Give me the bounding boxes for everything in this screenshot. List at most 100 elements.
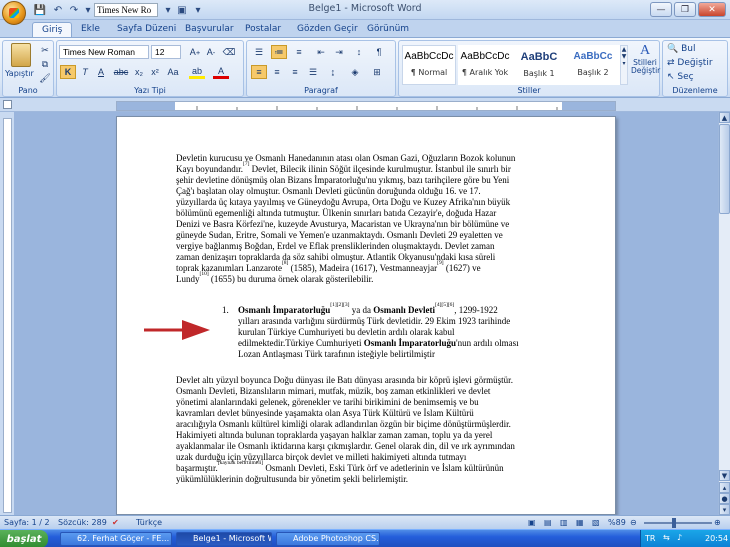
highlight-icon[interactable]: ab <box>189 65 205 79</box>
numbering-icon[interactable]: ≔ <box>271 45 287 59</box>
grow-font-icon[interactable]: A + <box>187 45 203 59</box>
style-normal[interactable]: AaBbCcDc ¶ Normal <box>402 45 456 85</box>
system-tray: TR ⇆ ♪ 20:54 <box>640 530 730 547</box>
para1-line8: güneyde Sudan, Eritre, Somali ve Yemen'e… <box>176 230 503 240</box>
window-title: Belge1 - Microsoft Word <box>308 3 422 14</box>
paste-icon[interactable] <box>11 43 31 67</box>
word-count[interactable]: Sözcük: 289 <box>58 518 107 527</box>
styles-group-label: Stiller <box>517 86 541 95</box>
style-no-spacing[interactable]: AaBbCcDc ¶ Aralık Yok <box>458 45 512 85</box>
subscript-icon[interactable]: x₂ <box>131 65 147 79</box>
justify-icon[interactable]: ☰ <box>305 65 321 79</box>
close-button[interactable]: ✕ <box>698 2 726 17</box>
scroll-down-icon[interactable]: ▼ <box>719 470 730 481</box>
font-name-box[interactable]: Times New Roman <box>59 45 149 59</box>
start-button[interactable]: başlat <box>0 530 48 547</box>
superscript-icon[interactable]: x² <box>147 65 163 79</box>
decrease-indent-icon[interactable]: ⇤ <box>313 45 329 59</box>
cut-icon[interactable]: ✂ <box>37 43 53 57</box>
view-outline-icon[interactable]: ▦ <box>576 518 584 527</box>
language-indicator[interactable]: TR <box>645 534 655 543</box>
style-preview: AaBbC <box>520 51 558 63</box>
line-spacing-icon[interactable]: ↨ <box>325 65 341 79</box>
bullets-icon[interactable]: ☰ <box>251 45 267 59</box>
strikethrough-icon[interactable]: abc <box>113 65 129 79</box>
change-styles-button[interactable]: A Stilleri Değiştir <box>631 43 660 75</box>
styles-scroll-icon[interactable]: ▲ ▼ ▾ <box>620 45 628 85</box>
change-case-icon[interactable]: Aa <box>165 65 181 79</box>
page-count[interactable]: Sayfa: 1 / 2 <box>4 518 50 527</box>
style-name: ¶ Aralık Yok <box>461 68 509 77</box>
borders-icon[interactable]: ⊞ <box>369 65 385 79</box>
tab-selector-icon[interactable] <box>3 100 12 109</box>
clear-formatting-icon[interactable]: ⌫ <box>221 45 237 59</box>
style-name: ¶ Normal <box>410 68 448 77</box>
tab-insert[interactable]: Ekle <box>72 22 109 38</box>
shrink-font-icon[interactable]: A- <box>203 45 219 59</box>
view-web-icon[interactable]: ▥ <box>560 518 568 527</box>
tab-mailings[interactable]: Postalar <box>236 22 290 38</box>
style-name: Başlık 2 <box>577 68 609 77</box>
horizontal-ruler[interactable] <box>116 101 616 111</box>
format-painter-icon[interactable]: 🖌 <box>37 71 53 85</box>
copy-icon[interactable]: ⧉ <box>37 57 53 71</box>
multilevel-list-icon[interactable]: ≡ <box>291 45 307 59</box>
tab-home[interactable]: Giriş <box>32 22 73 38</box>
task-item-photoshop[interactable]: Adobe Photoshop CS... <box>276 532 380 546</box>
para1-line6: bölümünü egemenliği altında tutmuştur. Ü… <box>176 208 497 218</box>
style-heading-1[interactable]: AaBbC Başlık 1 <box>512 45 566 85</box>
para1-line5: yüzyıllarda üç kıtaya yayılmış ve Güneyd… <box>176 197 511 207</box>
clipboard-group: Yapıştır ✂ ⧉ 🖌 Pano <box>2 40 54 97</box>
zoom-in-icon[interactable]: ⊕ <box>714 518 721 527</box>
tab-references[interactable]: Başvurular <box>176 22 243 38</box>
zoom-slider[interactable] <box>644 522 712 524</box>
volume-icon[interactable]: ♪ <box>677 533 682 542</box>
proofing-icon[interactable]: ✔ <box>112 518 119 527</box>
find-button[interactable]: 🔍 Bul <box>667 44 695 54</box>
zoom-slider-thumb[interactable] <box>672 518 676 528</box>
prev-page-icon[interactable]: ▴ <box>719 482 730 493</box>
align-center-icon[interactable]: ≡ <box>269 65 285 79</box>
change-styles-icon: A <box>639 43 651 58</box>
paste-label[interactable]: Yapıştır <box>5 69 34 78</box>
office-button[interactable] <box>2 1 26 25</box>
font-color-icon[interactable]: A <box>213 65 229 79</box>
align-left-icon[interactable]: ≡ <box>251 65 267 79</box>
shading-icon[interactable]: ◈ <box>347 65 363 79</box>
vertical-ruler[interactable] <box>3 118 12 513</box>
para1-line4: Çağ'ı başlatan olay olmuştur. Osmanlı De… <box>176 186 481 196</box>
select-browse-object-icon[interactable]: ● <box>719 493 730 504</box>
maximize-button[interactable]: ❐ <box>674 2 696 17</box>
bold-icon[interactable]: K <box>60 65 76 79</box>
network-icon[interactable]: ⇆ <box>663 533 670 542</box>
vertical-scrollbar[interactable]: ▲ ▼ ▴ ● ▾ <box>718 112 730 515</box>
font-size-box[interactable]: 12 <box>151 45 181 59</box>
next-page-icon[interactable]: ▾ <box>719 504 730 515</box>
para2-line4: kavramları devlet bünyesinde yaşamakta o… <box>176 408 474 418</box>
view-full-screen-icon[interactable]: ▤ <box>544 518 552 527</box>
view-print-layout-icon[interactable]: ▣ <box>528 518 536 527</box>
style-heading-2[interactable]: AaBbCc Başlık 2 <box>566 45 620 85</box>
list-line5: Lozan Antlaşması Türk tarafının isteğiyl… <box>238 349 436 359</box>
minimize-button[interactable]: — <box>650 2 672 17</box>
view-draft-icon[interactable]: ▧ <box>592 518 600 527</box>
sort-icon[interactable]: ↕ <box>351 45 367 59</box>
zoom-out-icon[interactable]: ⊖ <box>630 518 637 527</box>
language[interactable]: Türkçe <box>136 518 162 527</box>
replace-button[interactable]: ⇄ Değiştir <box>667 58 713 68</box>
scroll-thumb[interactable] <box>719 124 730 214</box>
increase-indent-icon[interactable]: ⇥ <box>331 45 347 59</box>
show-formatting-icon[interactable]: ¶ <box>371 45 387 59</box>
italic-icon[interactable]: T <box>77 65 93 79</box>
select-button[interactable]: ↖ Seç <box>667 72 694 82</box>
para2-line3: yönetimi alanlarındaki gelenek, görenekl… <box>176 397 479 407</box>
tab-page-layout[interactable]: Sayfa Düzeni <box>108 22 185 38</box>
scroll-up-icon[interactable]: ▲ <box>719 112 730 123</box>
underline-icon[interactable]: A <box>93 65 109 79</box>
task-item-word[interactable]: Belge1 - Microsoft Word <box>176 532 272 546</box>
align-right-icon[interactable]: ≡ <box>287 65 303 79</box>
tab-view[interactable]: Görünüm <box>358 22 418 38</box>
zoom-level[interactable]: %89 <box>608 518 626 527</box>
tab-review[interactable]: Gözden Geçir <box>288 22 367 38</box>
task-item-music[interactable]: 62. Ferhat Göçer - FE... <box>60 532 172 546</box>
